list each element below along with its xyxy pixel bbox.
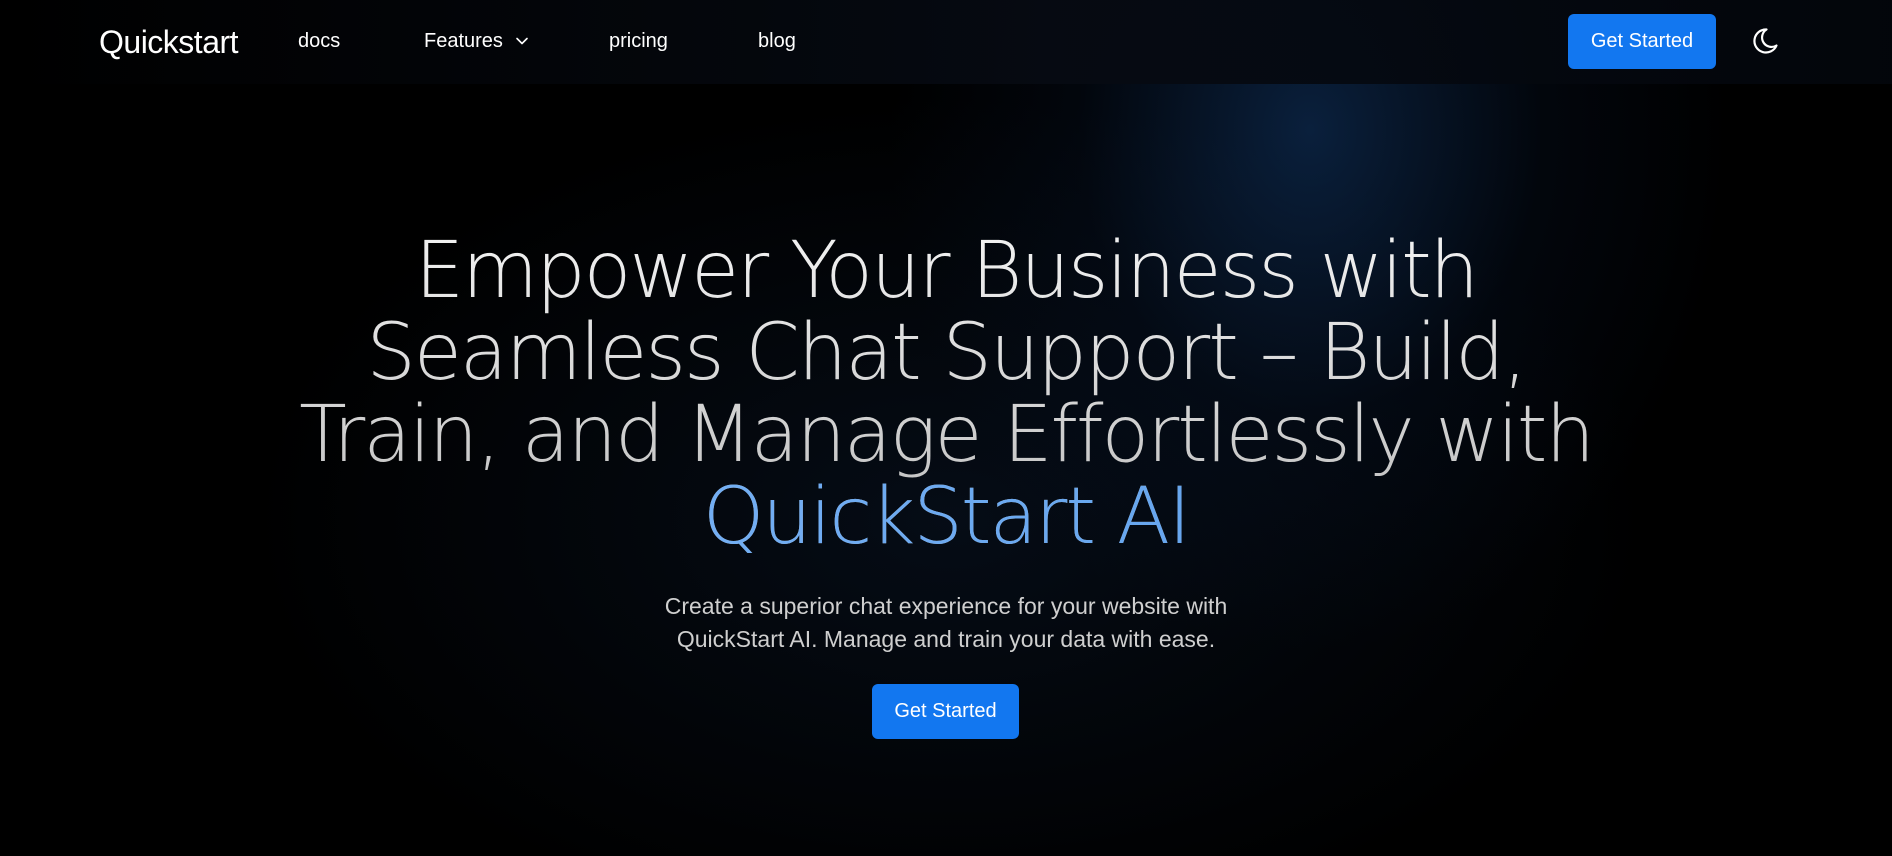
nav-link-features[interactable]: Features xyxy=(424,28,529,54)
top-navbar: Quickstart docs Features pricing blog Ge… xyxy=(0,0,1892,84)
nav-get-started-button[interactable]: Get Started xyxy=(1568,14,1716,69)
nav-link-pricing[interactable]: pricing xyxy=(609,28,668,54)
hero-subtitle: Create a superior chat experience for yo… xyxy=(596,590,1296,656)
hero-subtitle-line: Create a superior chat experience for yo… xyxy=(664,593,1228,619)
hero-title-line: Empower Your Business with xyxy=(414,226,1478,316)
hero-title: Empower Your Business with Seamless Chat… xyxy=(246,230,1646,558)
landing-page: Quickstart docs Features pricing blog Ge… xyxy=(0,0,1892,856)
brand-logo[interactable]: Quickstart xyxy=(99,22,239,62)
nav-link-docs[interactable]: docs xyxy=(298,28,340,54)
hero-title-line: Train, and Manage Effortlessly with xyxy=(299,390,1593,480)
hero-get-started-button[interactable]: Get Started xyxy=(872,684,1019,739)
nav-link-features-label: Features xyxy=(424,30,503,52)
hero-subtitle-line: QuickStart AI. Manage and train your dat… xyxy=(676,626,1216,652)
moon-icon[interactable] xyxy=(1749,25,1781,57)
nav-link-blog[interactable]: blog xyxy=(758,28,796,54)
hero-title-accent: QuickStart AI xyxy=(246,476,1646,558)
hero-title-line: Seamless Chat Support – Build, xyxy=(366,308,1526,398)
chevron-down-icon xyxy=(516,37,528,45)
